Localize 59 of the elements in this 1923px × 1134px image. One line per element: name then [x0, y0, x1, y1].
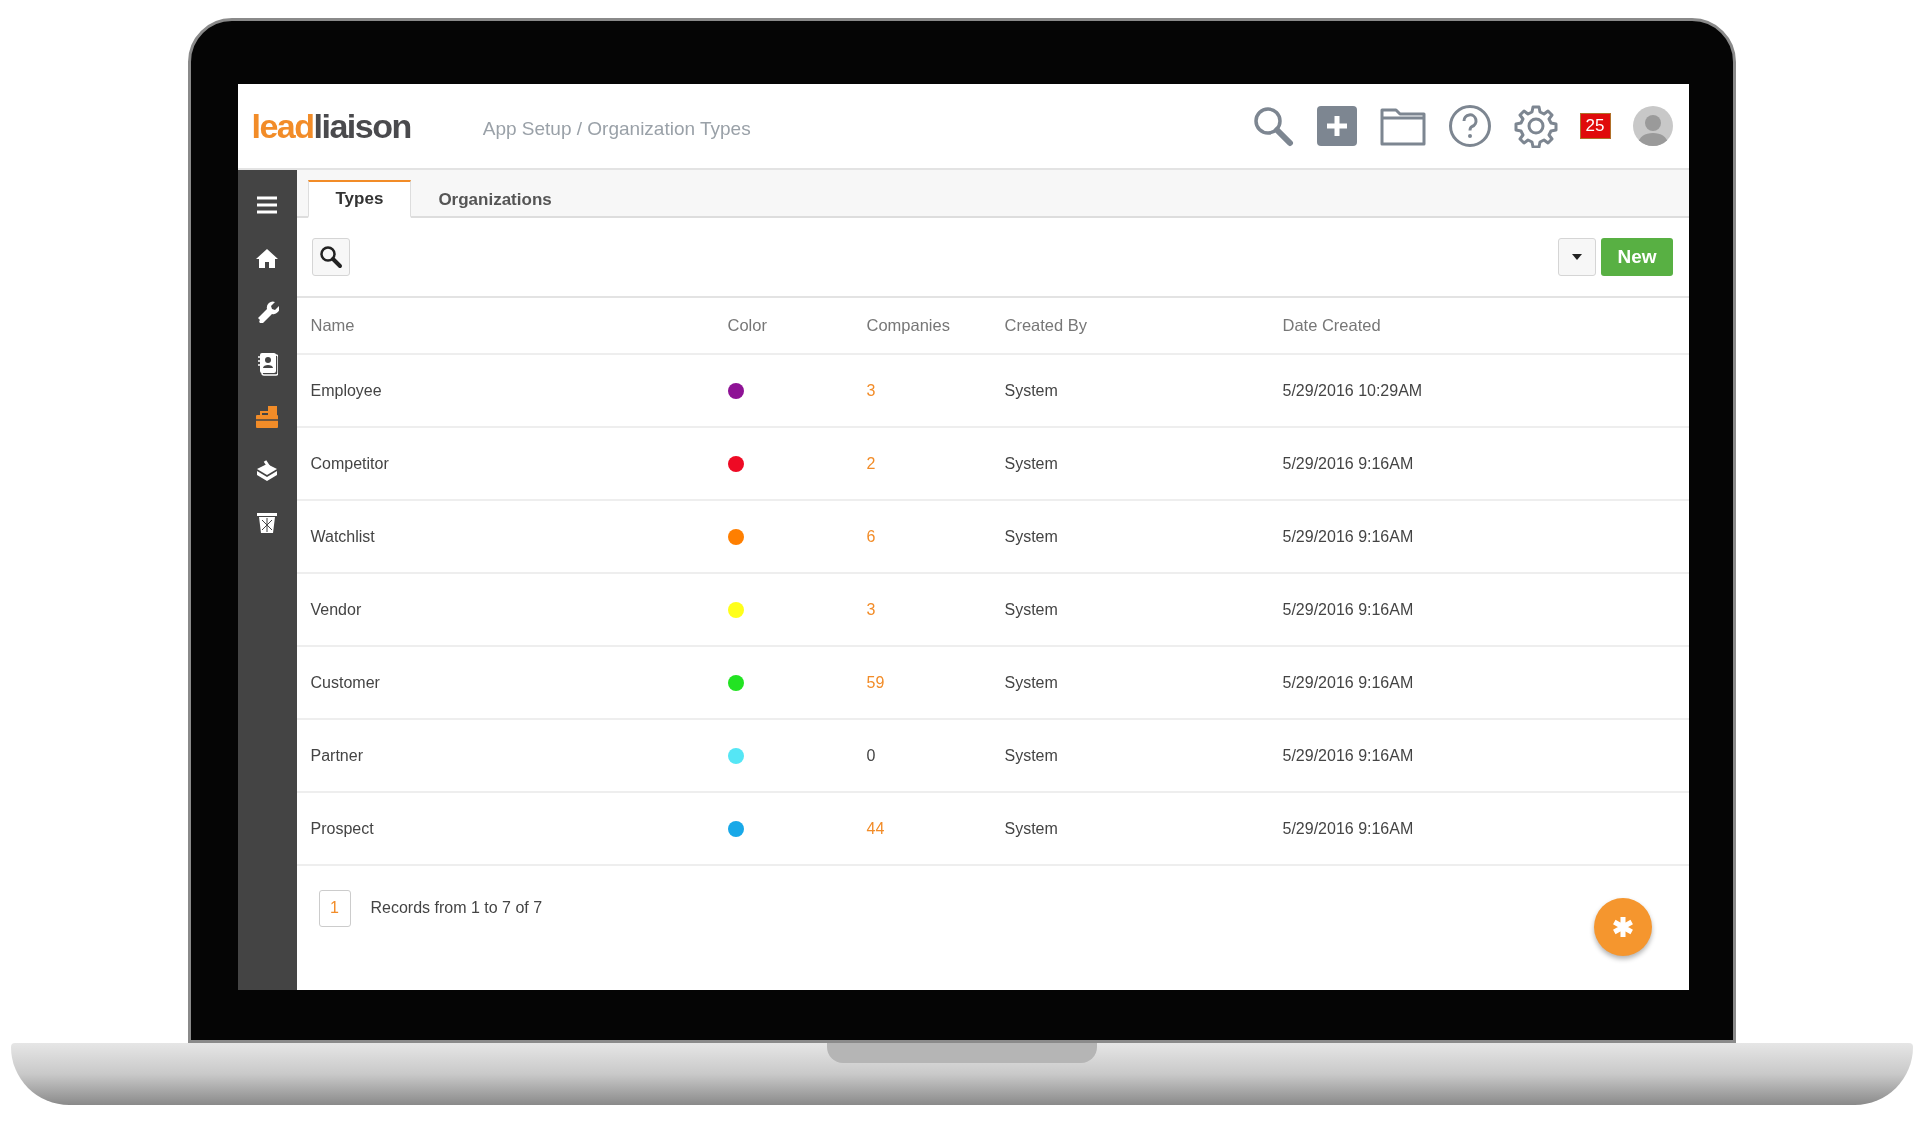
table-cell-text: System — [1004, 381, 1059, 400]
search-icon — [318, 245, 343, 269]
table-cell-text: System — [1004, 819, 1059, 838]
table-cell-text: System — [1004, 600, 1059, 619]
box-icon — [255, 458, 279, 481]
companies-link[interactable]: 3 — [866, 600, 1005, 619]
tab[interactable]: Types — [307, 180, 412, 218]
companies-link[interactable]: 59 — [866, 673, 1005, 692]
table-cell-text: Vendor — [310, 600, 363, 619]
table-cell-text: System — [1004, 673, 1059, 692]
action-button[interactable] — [1593, 898, 1652, 956]
caret-icon — [1572, 254, 1583, 260]
home-icon — [255, 246, 279, 269]
table-cell-text: Competitor — [310, 454, 390, 473]
table-cell-text: Watchlist — [310, 527, 376, 546]
asterisk-icon — [1610, 915, 1635, 939]
table-cell-text: Employee — [310, 381, 383, 400]
table-cell-text: System — [1004, 454, 1059, 473]
table-cell-text: System — [1004, 527, 1059, 546]
companies-link[interactable]: 3 — [866, 381, 1005, 400]
table-cell-text: Prospect — [310, 819, 375, 838]
companies-link[interactable]: 2 — [866, 454, 1005, 473]
records-summary: Records from 1 to 7 of 7 — [370, 899, 543, 917]
help-icon[interactable] — [1447, 104, 1492, 148]
search-icon[interactable] — [1251, 105, 1294, 147]
notification-badge[interactable]: 25 — [1579, 113, 1611, 139]
companies-link[interactable]: 44 — [866, 819, 1005, 838]
companies-link[interactable]: 6 — [866, 527, 1005, 546]
table-cell-text: 5/29/2016 9:16AM — [1282, 673, 1415, 692]
table-cell-text: Customer — [310, 673, 381, 692]
table-cell-text: 5/29/2016 9:16AM — [1282, 454, 1415, 473]
briefcase-icon — [255, 404, 279, 429]
table-cell-text: 5/29/2016 9:16AM — [1282, 819, 1415, 838]
folder-icon[interactable] — [1379, 106, 1426, 146]
table-cell-text: System — [1004, 746, 1059, 765]
column-header[interactable]: Color — [727, 316, 867, 335]
add-icon[interactable] — [1315, 105, 1358, 147]
column-header[interactable]: Date Created — [1282, 316, 1689, 335]
table-cell-text: 0 — [866, 746, 877, 765]
avatar[interactable] — [1632, 106, 1673, 146]
column-header[interactable]: Companies — [866, 316, 1005, 335]
table-cell-text: 5/29/2016 10:29AM — [1282, 381, 1424, 400]
dropdown-button[interactable] — [1558, 238, 1597, 276]
trash-icon — [256, 510, 278, 535]
settings-icon[interactable] — [1513, 104, 1558, 148]
page-button[interactable]: 1 — [318, 889, 351, 927]
contact-book-icon — [256, 351, 278, 376]
tab[interactable]: Organizations — [411, 180, 579, 218]
breadcrumb: App Setup / Organization Types — [482, 117, 752, 140]
logo[interactable]: leadliaison — [251, 106, 411, 146]
column-header[interactable]: Created By — [1004, 316, 1283, 335]
table-cell-text: 5/29/2016 9:16AM — [1282, 527, 1415, 546]
table-cell-text: 5/29/2016 9:16AM — [1282, 600, 1415, 619]
new-button[interactable]: New — [1601, 238, 1673, 276]
menu-icon — [255, 194, 279, 215]
search-button[interactable] — [311, 238, 350, 276]
table-cell-text: 5/29/2016 9:16AM — [1282, 746, 1415, 765]
table-cell-text: Partner — [310, 746, 364, 765]
column-header[interactable]: Name — [310, 316, 728, 335]
